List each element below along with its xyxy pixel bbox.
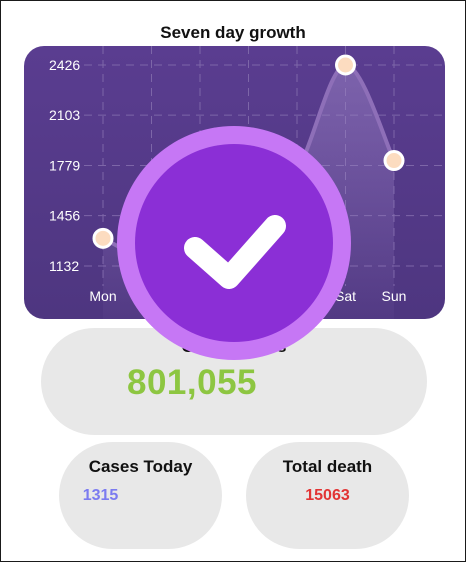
total-death-card: Total death 15063 xyxy=(246,442,409,549)
x-tick-label: Sun xyxy=(382,288,407,304)
cases-today-label: Cases Today xyxy=(88,457,193,476)
cases-today-value: 1315 xyxy=(82,487,119,504)
data-point xyxy=(335,54,356,76)
checkmark-icon xyxy=(184,215,286,289)
y-tick-label: 1779 xyxy=(49,158,80,174)
chart-title: Seven day growth xyxy=(160,23,306,42)
y-tick-label: 2103 xyxy=(49,107,80,123)
success-overlay[interactable] xyxy=(117,126,351,360)
cases-today-card: Cases Today 1315 xyxy=(59,442,222,549)
data-point xyxy=(92,227,114,249)
success-overlay-inner[interactable] xyxy=(135,144,333,342)
y-tick-label: 2426 xyxy=(49,57,80,73)
y-tick-label: 1132 xyxy=(49,258,79,274)
data-point xyxy=(383,150,405,172)
x-tick-label: Mon xyxy=(89,288,116,304)
global-cases-value: 801,055 xyxy=(127,363,258,402)
screen: Seven day growth 2426 2103 1779 1456 1132 Mon… xyxy=(0,0,466,562)
y-tick-label: 1456 xyxy=(49,208,80,224)
total-death-label: Total death xyxy=(282,457,373,476)
total-death-value: 15063 xyxy=(305,487,350,504)
